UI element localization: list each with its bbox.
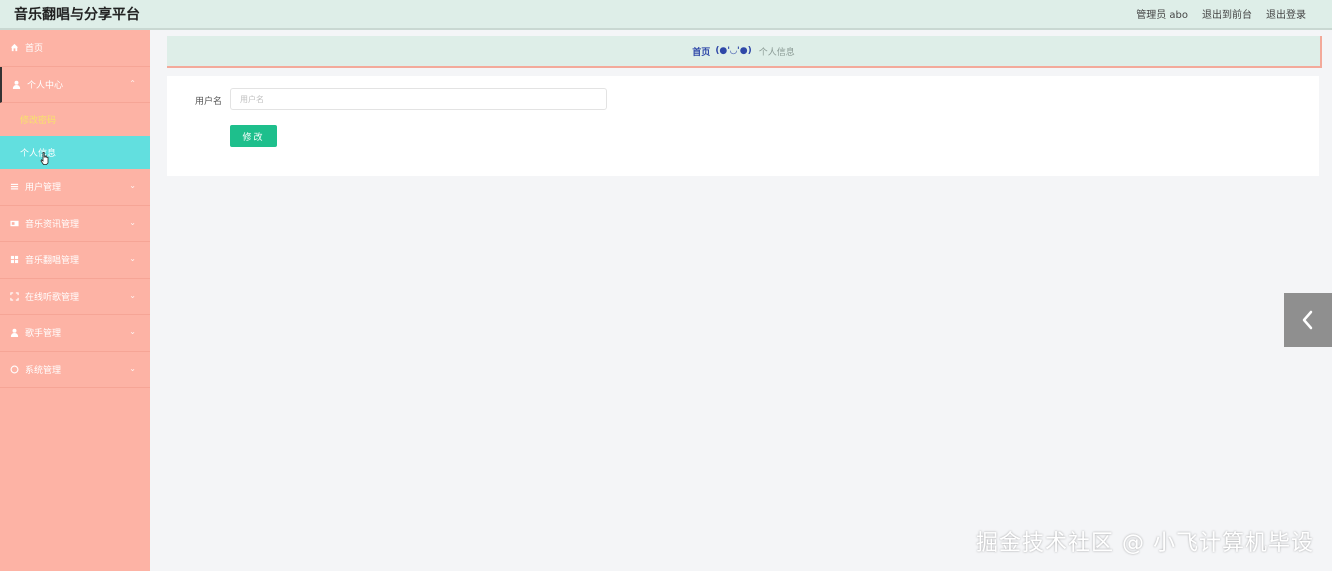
sidebar-item-label: 音乐资讯管理 <box>25 219 80 230</box>
list-icon <box>9 182 19 192</box>
app-title: 音乐翻唱与分享平台 <box>14 7 140 23</box>
user-icon <box>11 79 21 89</box>
sidebar-item-singers[interactable]: 歌手管理 ⌄ <box>0 315 150 352</box>
breadcrumb-current: 个人信息 <box>758 47 795 58</box>
sidebar-item-personal-center[interactable]: 个人中心 ⌃ <box>0 66 150 103</box>
sidebar-item-label: 系统管理 <box>25 365 62 376</box>
sidebar-item-label: 首页 <box>25 44 44 55</box>
fullscreen-icon <box>9 291 19 301</box>
sidebar-subitem-change-password[interactable]: 修改密码 <box>0 103 150 136</box>
sidebar: 首页 个人中心 ⌃ 修改密码 个人信息 用户管理 ⌄ 音乐资讯管理 ⌄ 音乐翻唱… <box>0 30 150 571</box>
person-icon <box>9 328 19 338</box>
username-input[interactable] <box>230 88 607 110</box>
sidebar-item-label: 在线听歌管理 <box>25 292 80 303</box>
circle-icon <box>9 364 19 374</box>
sidebar-item-online-listening[interactable]: 在线听歌管理 ⌄ <box>0 279 150 315</box>
grid-icon <box>9 255 19 265</box>
sidebar-item-home[interactable]: 首页 <box>0 30 150 67</box>
sidebar-subitem-label: 个人信息 <box>20 149 57 159</box>
collapse-panel-button[interactable] <box>1284 293 1332 347</box>
sidebar-item-label: 歌手管理 <box>25 329 62 340</box>
header-actions: 管理员 abo 退出到前台 退出登录 <box>1136 6 1306 21</box>
chevron-left-icon <box>1302 310 1313 330</box>
mouse-cursor-icon <box>40 152 49 165</box>
breadcrumb-home-link[interactable]: 首页 <box>692 45 710 58</box>
sidebar-item-label: 用户管理 <box>25 183 62 194</box>
breadcrumb: 首页 (●'◡'●) 个人信息 <box>167 36 1322 68</box>
sidebar-item-system[interactable]: 系统管理 ⌄ <box>0 352 150 388</box>
logout-link[interactable]: 退出登录 <box>1266 6 1306 21</box>
chevron-up-icon: ⌃ <box>129 78 136 88</box>
sidebar-item-music-news[interactable]: 音乐资讯管理 ⌄ <box>0 206 150 242</box>
profile-form-panel: 用户名 修改 <box>167 76 1319 176</box>
breadcrumb-emote: (●'◡'●) <box>715 46 752 56</box>
chevron-down-icon: ⌄ <box>129 254 136 263</box>
chevron-down-icon: ⌄ <box>129 327 136 336</box>
news-icon <box>9 218 19 228</box>
watermark: 掘金技术社区 @ 小飞计算机毕设 <box>976 531 1314 556</box>
sidebar-item-users[interactable]: 用户管理 ⌄ <box>0 169 150 206</box>
home-icon <box>9 43 19 53</box>
chevron-down-icon: ⌄ <box>129 290 136 300</box>
sidebar-item-label: 个人中心 <box>27 80 64 91</box>
back-to-front-link[interactable]: 退出到前台 <box>1202 6 1252 21</box>
modify-button[interactable]: 修改 <box>230 125 277 147</box>
chevron-down-icon: ⌄ <box>129 181 136 190</box>
top-header: 音乐翻唱与分享平台 管理员 abo 退出到前台 退出登录 <box>0 0 1332 30</box>
username-label: 用户名 <box>195 97 223 107</box>
admin-label: 管理员 abo <box>1136 10 1188 21</box>
chevron-down-icon: ⌄ <box>129 363 136 373</box>
sidebar-item-label: 音乐翻唱管理 <box>25 256 80 267</box>
sidebar-item-music-cover[interactable]: 音乐翻唱管理 ⌄ <box>0 242 150 279</box>
sidebar-subitem-personal-info[interactable]: 个人信息 <box>0 136 150 169</box>
chevron-down-icon: ⌄ <box>129 217 136 227</box>
